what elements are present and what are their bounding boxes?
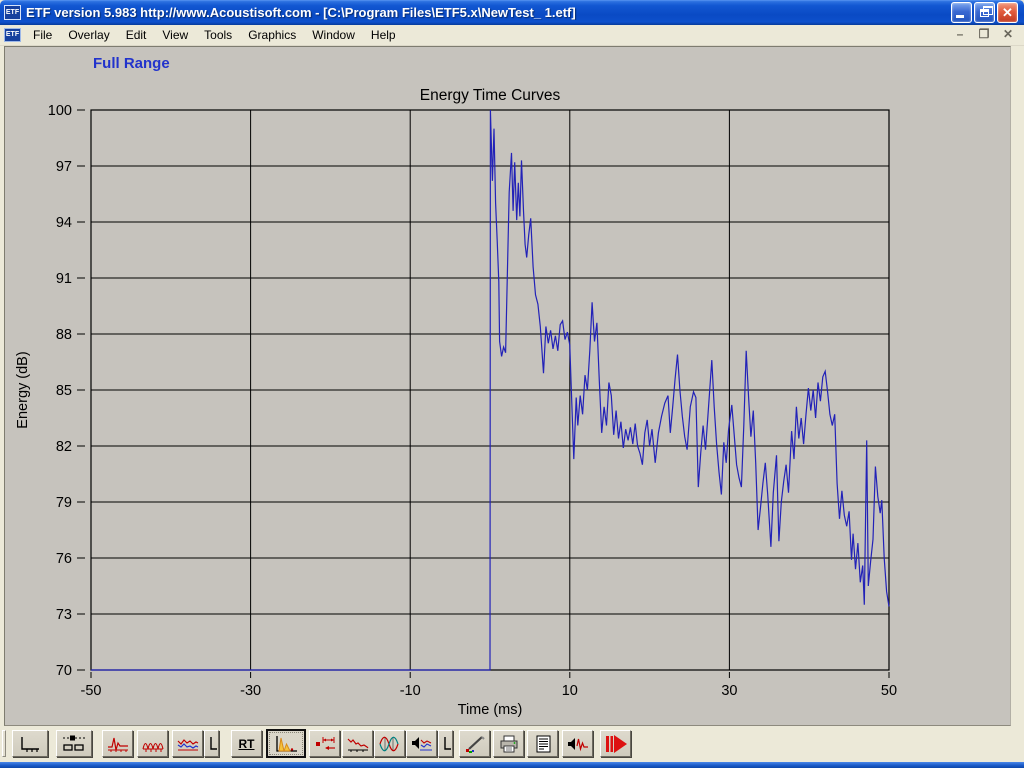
x-axis-label: Time (ms) [458, 702, 523, 718]
close-button[interactable]: ✕ [997, 2, 1018, 23]
menu-bar: ETF FileOverlayEditViewToolsGraphicsWind… [0, 25, 1024, 46]
impulse-icon [106, 734, 130, 754]
toolbar-gate-markers[interactable] [309, 730, 340, 757]
play-icon [603, 733, 629, 755]
window-bottom-border [0, 762, 1024, 768]
toolbar-display-setup[interactable] [56, 730, 92, 757]
toolbar-report[interactable] [527, 730, 558, 757]
printer-icon [497, 734, 521, 754]
client-area: 70 73 76 79 82 85 88 91 94 97 100 -50 -30 -10 10 30 50 En… [4, 46, 1011, 726]
menu-help[interactable]: Help [363, 26, 404, 44]
toolbar: RT [0, 726, 1024, 762]
x-tick-label: 10 [562, 683, 578, 699]
toolbar-axis-corner-b[interactable] [438, 730, 453, 757]
y-tick-label: 88 [56, 327, 72, 343]
minimize-icon [956, 15, 964, 18]
x-tick-label: 30 [721, 683, 737, 699]
x-tick-label: -50 [81, 683, 102, 699]
panels-icon [61, 734, 87, 754]
gate-icon [313, 734, 337, 754]
toolbar-frequency-response[interactable] [137, 730, 168, 757]
toolbar-rt-analysis-label: RT [239, 737, 255, 751]
menu-edit[interactable]: Edit [118, 26, 155, 44]
corner-icon [440, 734, 452, 754]
y-tick-label: 76 [56, 551, 72, 567]
mdi-controls: – ❐ ✕ [952, 28, 1016, 42]
decay-icon [346, 734, 370, 754]
x-tick-label: -10 [400, 683, 421, 699]
y-tick-label: 85 [56, 383, 72, 399]
menu-window[interactable]: Window [304, 26, 363, 44]
close-icon: ✕ [998, 3, 1017, 22]
mdi-minimize-button[interactable]: – [952, 28, 968, 42]
toolbar-impulse-response[interactable] [102, 730, 133, 757]
axes-icon [17, 734, 43, 754]
toolbar-gripper[interactable] [2, 730, 6, 757]
toolbar-decay-curve[interactable] [342, 730, 373, 757]
toolbar-spectra-overlay[interactable] [172, 730, 203, 757]
y-tick-label: 79 [56, 495, 72, 511]
toolbar-play-measurement[interactable] [600, 730, 631, 757]
y-tick-label: 73 [56, 607, 72, 623]
toolbar-energy-time-curve[interactable] [266, 729, 306, 758]
report-icon [531, 734, 555, 754]
window-title: ETF version 5.983 http://www.Acoustisoft… [26, 5, 951, 20]
x-tick-label: -30 [240, 683, 261, 699]
toolbar-marker-pencil[interactable] [459, 730, 490, 757]
spectra-icon [176, 734, 200, 754]
chart-title: Energy Time Curves [420, 87, 561, 104]
view-range-label: Full Range [93, 55, 170, 72]
mdi-close-button[interactable]: ✕ [1000, 28, 1016, 42]
restore-icon [980, 9, 989, 17]
mdi-restore-button[interactable]: ❐ [976, 28, 992, 42]
app-window: ETF ETF version 5.983 http://www.Acousti… [0, 0, 1024, 768]
toolbar-axes-scale[interactable] [12, 730, 48, 757]
y-tick-label: 82 [56, 439, 72, 455]
menu-items: FileOverlayEditViewToolsGraphicsWindowHe… [25, 25, 952, 45]
menu-file[interactable]: File [25, 26, 60, 44]
x-tick-label: 50 [881, 683, 897, 699]
y-tick-label: 100 [48, 103, 72, 119]
menu-view[interactable]: View [154, 26, 196, 44]
speakerimpulse-icon [566, 734, 590, 754]
restore-button[interactable] [974, 2, 995, 23]
y-tick-label: 94 [56, 215, 72, 231]
y-tick-label: 70 [56, 663, 72, 679]
window-controls: ✕ [951, 2, 1018, 23]
app-icon: ETF [4, 5, 21, 20]
toolbar-print[interactable] [493, 730, 524, 757]
y-tick-label: 97 [56, 159, 72, 175]
toolbar-sine-waves[interactable] [374, 730, 405, 757]
toolbar-speaker-impulse[interactable] [562, 730, 593, 757]
menu-graphics[interactable]: Graphics [240, 26, 304, 44]
corner-icon [206, 734, 218, 754]
pencil-icon [463, 734, 487, 754]
menu-overlay[interactable]: Overlay [60, 26, 117, 44]
document-icon[interactable]: ETF [4, 28, 21, 42]
speakerlines-icon [410, 734, 434, 754]
y-tick-label: 91 [56, 271, 72, 287]
sines-icon [378, 734, 402, 754]
minimize-button[interactable] [951, 2, 972, 23]
toolbar-axis-corner-a[interactable] [204, 730, 219, 757]
title-bar: ETF ETF version 5.983 http://www.Acousti… [0, 0, 1024, 25]
toolbar-speaker-response[interactable] [406, 730, 437, 757]
etc-icon [272, 733, 300, 755]
toolbar-rt-analysis[interactable]: RT [231, 730, 262, 757]
y-axis-label: Energy (dB) [15, 351, 31, 428]
etc-chart-svg: 70 73 76 79 82 85 88 91 94 97 100 -50 -30 -10 10 30 50 En… [5, 47, 1010, 725]
menu-tools[interactable]: Tools [196, 26, 240, 44]
humps-icon [141, 734, 165, 754]
